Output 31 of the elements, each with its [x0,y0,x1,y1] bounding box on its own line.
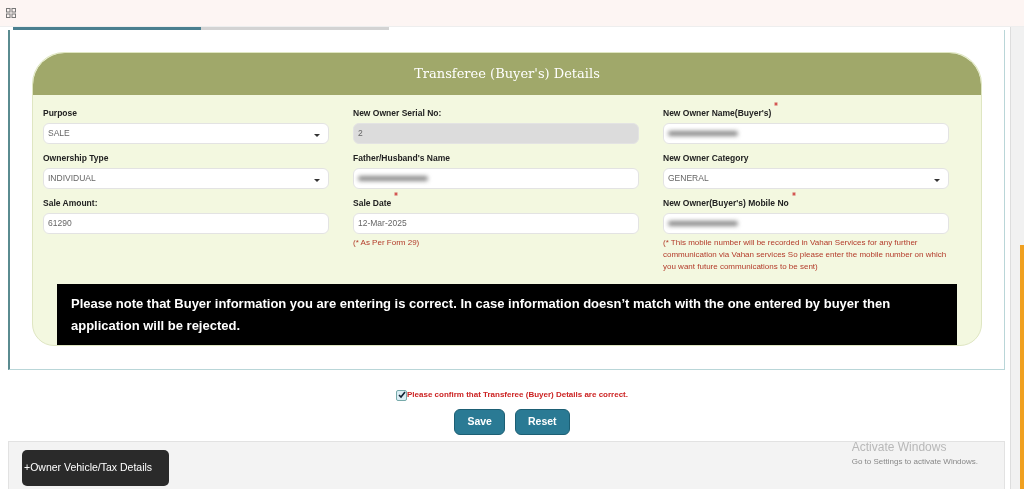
input-field[interactable]: 12-Mar-2025 [353,212,639,234]
field-label: Father/Husband's Name [353,152,450,163]
input-field[interactable] [663,122,949,144]
apps-grid-icon[interactable] [6,8,16,18]
field-label: New Owner Serial No: [353,107,442,118]
expand-panel-button[interactable]: +Owner Vehicle/Tax Details [22,450,169,486]
field-label: Sale Amount: [43,197,98,208]
field-label: Sale Date [353,197,392,208]
watermark-text: Go to Settings to activate Windows. [851,456,978,468]
input-field: 2 [353,122,639,144]
field-label: New Owner Name(Buyer's) [663,107,772,118]
input-field[interactable] [663,212,949,234]
section-title: Transferee (Buyer's) Details [33,53,981,95]
dropdown-field[interactable]: GENERAL [663,167,949,189]
confirm-label: Please confirm that Transferee (Buyer) Details are correct. [407,389,628,401]
watermark-title: Activate Windows [851,439,948,456]
dropdown-field[interactable]: SALE [43,122,329,144]
hint-text: (* This mobile number will be recorded in Vahan Services for any further communication via Vahan services So please enter the mobile number on which you want future communications to be sent) [663,236,948,274]
warning-notice: Please note that Buyer information you are entering is correct. In case information doesn’t match with the one entered by buyer then application will be rejected. [57,283,957,345]
action-button[interactable]: Reset [514,409,570,435]
checkbox[interactable] [396,389,407,401]
input-field[interactable] [353,167,639,189]
field-label: Purpose [43,107,77,118]
action-button[interactable]: Save [454,409,505,435]
field-label: New Owner Category [663,152,749,163]
field-label: Ownership Type [43,152,109,163]
field-label: New Owner(Buyer's) Mobile No [663,197,789,208]
hint-text: (* As Per Form 29) [353,236,421,249]
input-field[interactable]: 61290 [43,212,329,234]
dropdown-field[interactable]: INDIVIDUAL [43,167,329,189]
scrollbar[interactable] [1010,27,1024,489]
